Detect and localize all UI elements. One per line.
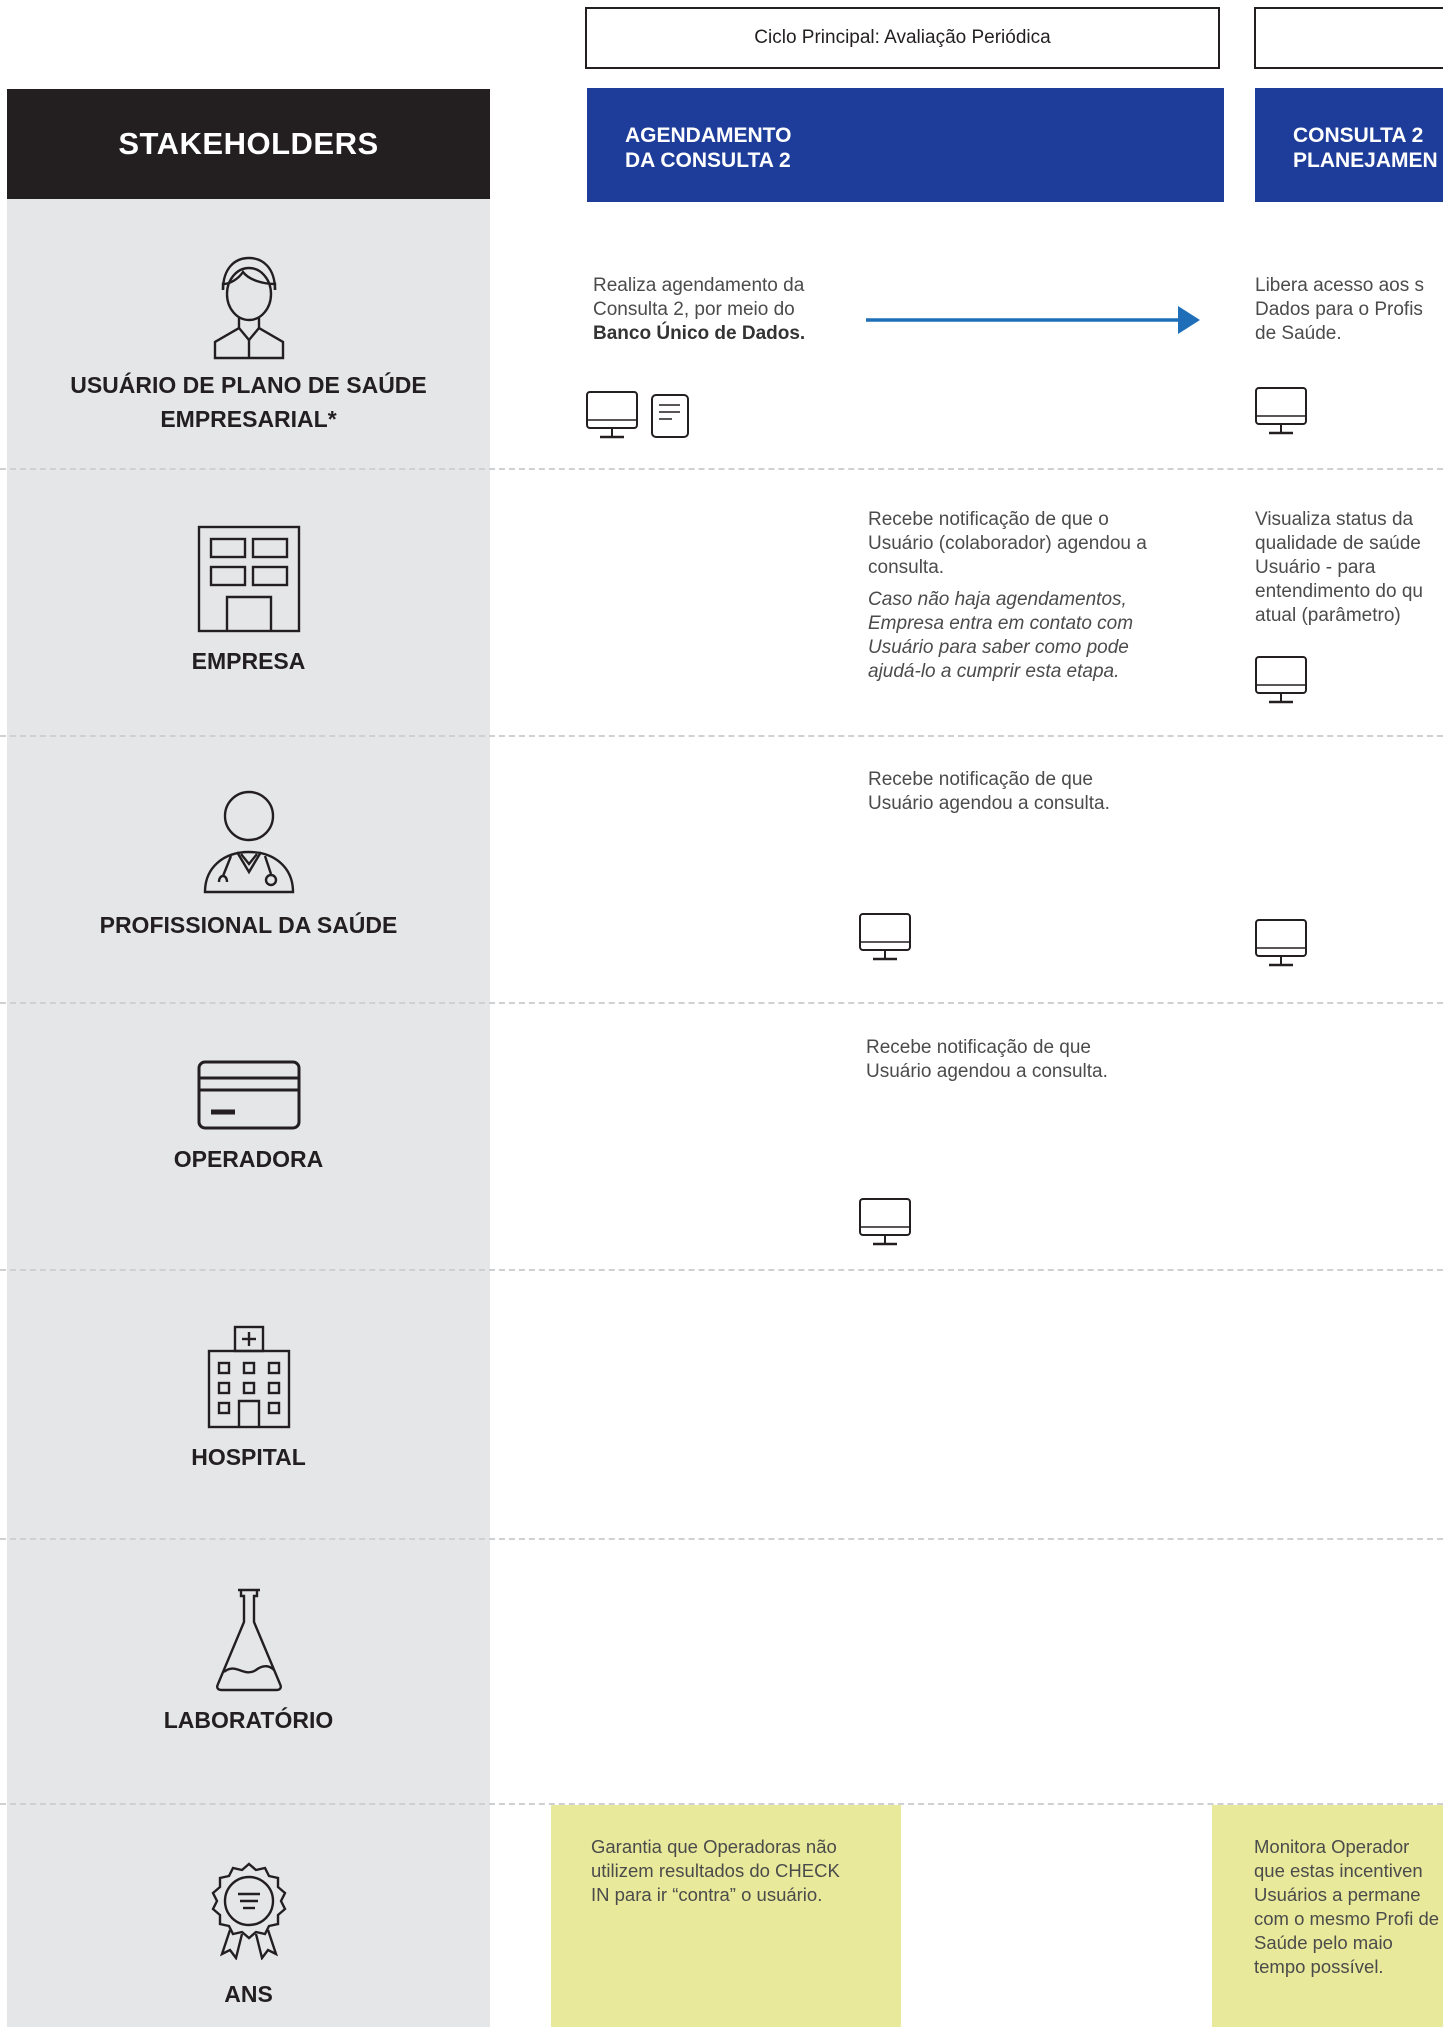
phase-header-agendamento: AGENDAMENTO DA CONSULTA 2 bbox=[587, 88, 1224, 202]
computer-icon bbox=[1255, 919, 1307, 967]
computer-icon bbox=[859, 913, 911, 961]
cell-usuario-agendamento: Realiza agendamento da Consulta 2, por m… bbox=[593, 275, 806, 344]
row-divider bbox=[0, 1538, 1443, 1540]
cell-operadora-agendamento: Recebe notificação de que Usuário agendo… bbox=[866, 1037, 1108, 1082]
flow-arrow bbox=[866, 306, 1200, 334]
computer-icon bbox=[1255, 387, 1307, 435]
computer-icon bbox=[859, 1198, 911, 1246]
flask-icon bbox=[0, 1588, 497, 1692]
phase-title-line2: DA CONSULTA 2 bbox=[625, 149, 791, 172]
cell-empresa-consulta: Visualiza status da qualidade de saúde U… bbox=[1255, 509, 1423, 626]
stakeholder-name-empresa: EMPRESA bbox=[191, 648, 306, 674]
credit-card-icon bbox=[0, 1060, 497, 1130]
cell-usuario-consulta: Libera acesso aos s Dados para o Profis … bbox=[1255, 275, 1424, 344]
cycle-label-box-2 bbox=[1254, 7, 1443, 69]
stakeholder-name-profissional: PROFISSIONAL DA SAÚDE bbox=[99, 912, 398, 938]
stakeholder-name-hospital: HOSPITAL bbox=[191, 1444, 306, 1470]
building-icon bbox=[0, 525, 497, 633]
stakeholders-title: STAKEHOLDERS bbox=[7, 89, 490, 199]
stakeholder-name-ans: ANS bbox=[224, 1981, 273, 2007]
phase-header-consulta: CONSULTA 2 PLANEJAMEN bbox=[1255, 88, 1443, 202]
cell-empresa-agendamento: Recebe notificação de que o Usuário (col… bbox=[868, 509, 1147, 682]
computer-icon bbox=[1255, 656, 1307, 704]
cell-ans-consulta: Monitora Operador que estas incentiven U… bbox=[1212, 1805, 1443, 2027]
cycle-label-box: Ciclo Principal: Avaliação Periódica bbox=[585, 7, 1220, 69]
cell-ans-agendamento: Garantia que Operadoras não utilizem res… bbox=[551, 1805, 901, 2027]
phase-title-line1: CONSULTA 2 bbox=[1293, 124, 1424, 147]
row-divider bbox=[0, 1269, 1443, 1271]
row-divider bbox=[0, 1002, 1443, 1004]
computer-icon bbox=[586, 391, 638, 439]
phase-title-line1: AGENDAMENTO bbox=[625, 124, 792, 147]
user-icon bbox=[0, 250, 497, 360]
seal-icon bbox=[0, 1862, 497, 1960]
stakeholder-name-operadora: OPERADORA bbox=[173, 1146, 324, 1172]
row-divider bbox=[0, 735, 1443, 737]
cycle-label: Ciclo Principal: Avaliação Periódica bbox=[754, 27, 1051, 48]
stakeholder-name-laboratorio: LABORATÓRIO bbox=[163, 1707, 334, 1733]
phase-title-line2: PLANEJAMEN bbox=[1293, 149, 1438, 172]
document-icon bbox=[651, 394, 689, 438]
hospital-icon bbox=[0, 1325, 497, 1429]
row-divider bbox=[0, 468, 1443, 470]
cell-profissional-agendamento: Recebe notificação de que Usuário agendo… bbox=[868, 769, 1110, 814]
stakeholder-name-usuario: USUÁRIO DE PLANO DE SAÚDE EMPRESARIAL* bbox=[70, 372, 427, 432]
doctor-icon bbox=[0, 790, 497, 894]
